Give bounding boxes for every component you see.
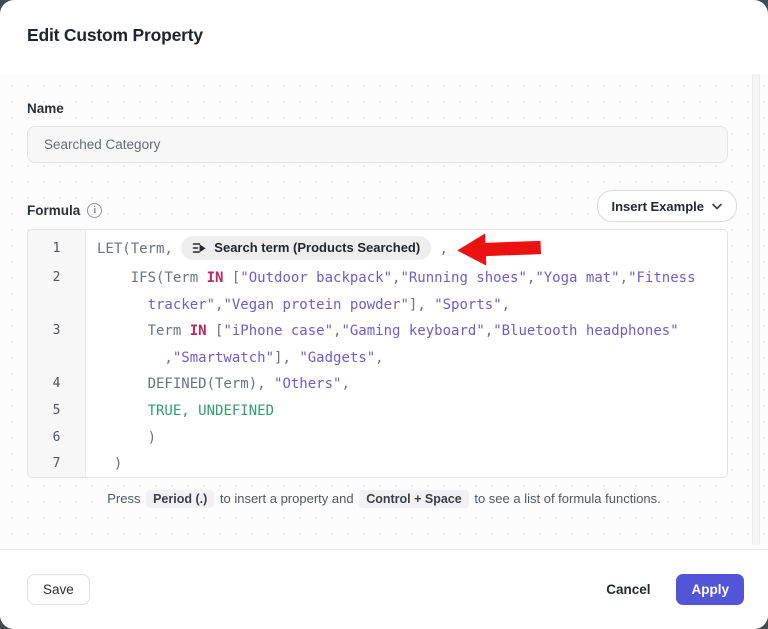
editor-code[interactable]: LET(Term, Search term (Products Searched… [86,230,727,477]
code-line[interactable]: LET(Term, Search term (Products Searched… [97,233,727,265]
editor-gutter: 12 3 4567 [28,230,86,477]
line-number: 7 [28,451,85,478]
formula-editor[interactable]: 12 3 4567 LET(Term, Search term (Products … [27,229,728,478]
property-chip-label: Search term (Products Searched) [214,232,420,264]
kbd-control-space: Control + Space [359,490,469,508]
line-number: 1 [28,233,85,265]
formula-field-label: Formula [27,203,80,218]
line-number: 6 [28,425,85,452]
line-number [28,292,85,319]
property-chip-icon [192,241,207,255]
chevron-down-icon [712,203,722,210]
line-number: 2 [28,265,85,292]
insert-example-button[interactable]: Insert Example [597,190,738,222]
modal-footer: Save Cancel Apply [0,549,768,629]
property-chip[interactable]: Search term (Products Searched) [181,236,431,260]
code-line[interactable]: ,"Smartwatch"], "Gadgets", [97,345,727,372]
line-number: 5 [28,398,85,425]
hint-text-3: to see a list of formula functions. [474,491,660,506]
code-line[interactable]: TRUE, UNDEFINED [97,398,727,425]
hint-text-2: to insert a property and [220,491,354,506]
code-line[interactable]: tracker","Vegan protein powder"], "Sport… [97,292,727,319]
page-title: Edit Custom Property [27,25,203,46]
line-number: 3 [28,318,85,345]
hint-text-1: Press [107,491,140,506]
kbd-period: Period (.) [146,490,214,508]
save-button[interactable]: Save [27,574,90,605]
name-field-label: Name [27,101,64,116]
formula-label-row: Formula i [27,203,102,218]
red-arrow-annotation [455,230,542,269]
cancel-button[interactable]: Cancel [606,582,650,597]
vertical-scrollbar[interactable] [752,74,760,545]
code-line[interactable]: ) [97,425,727,452]
line-number [28,345,85,372]
info-icon[interactable]: i [87,203,102,218]
code-line[interactable]: ) [97,451,727,477]
apply-button[interactable]: Apply [676,574,744,605]
code-line[interactable]: DEFINED(Term), "Others", [97,371,727,398]
name-input[interactable] [27,126,728,163]
editor-hint: Press Period (.) to insert a property an… [0,490,768,508]
code-line[interactable]: Term IN ["iPhone case","Gaming keyboard"… [97,318,727,345]
edit-custom-property-modal: Edit Custom Property Name Formula i Inse… [0,0,768,629]
code-line[interactable]: IFS(Term IN ["Outdoor backpack","Running… [97,265,727,292]
line-number: 4 [28,371,85,398]
insert-example-label: Insert Example [612,199,705,214]
